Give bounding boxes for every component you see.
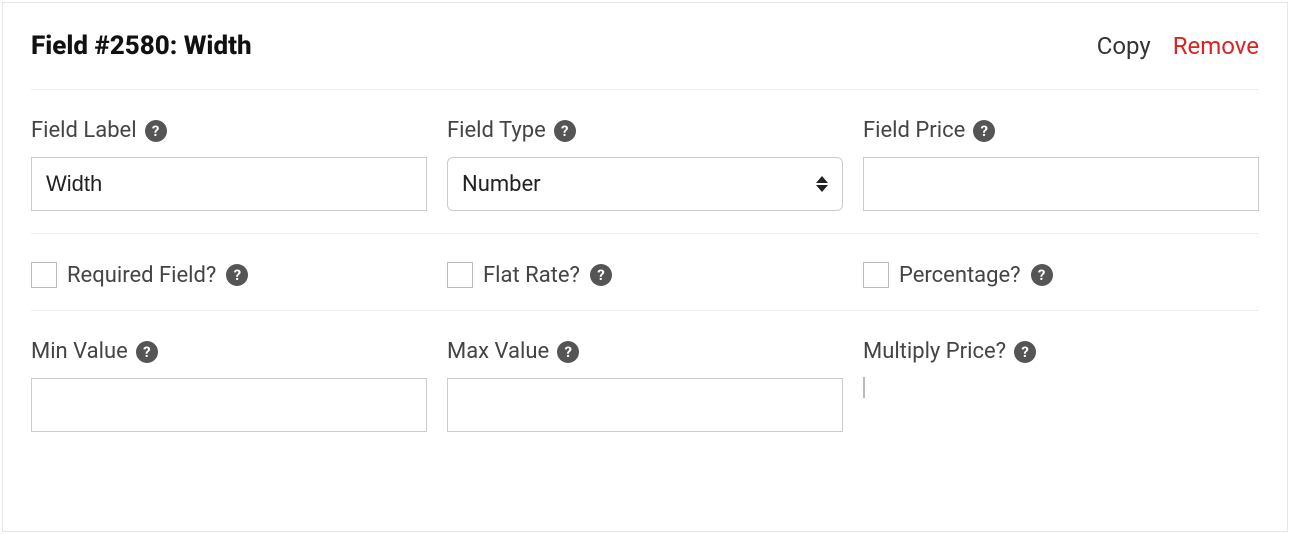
multiply-price-checkbox[interactable]: [863, 377, 865, 398]
field-label-input[interactable]: [31, 157, 427, 211]
field-type-label: Field Type: [447, 118, 546, 143]
col-percentage: Percentage? ?: [863, 262, 1259, 288]
label-line: Max Value ?: [447, 339, 843, 364]
help-icon[interactable]: ?: [1014, 341, 1036, 363]
help-icon[interactable]: ?: [973, 120, 995, 142]
field-type-value: Number: [462, 172, 541, 197]
flat-rate-checkbox[interactable]: [447, 262, 473, 288]
col-required: Required Field? ?: [31, 262, 427, 288]
field-label-label: Field Label: [31, 118, 137, 143]
copy-button[interactable]: Copy: [1097, 32, 1151, 60]
check-line: Required Field? ?: [31, 262, 427, 288]
field-type-select[interactable]: Number: [447, 157, 843, 211]
col-flat-rate: Flat Rate? ?: [447, 262, 843, 288]
remove-button[interactable]: Remove: [1173, 32, 1259, 60]
help-icon[interactable]: ?: [590, 264, 612, 286]
flat-rate-label: Flat Rate?: [483, 263, 580, 288]
col-max-value: Max Value ?: [447, 339, 843, 432]
field-panel: Field #2580: Width Copy Remove Field Lab…: [2, 2, 1288, 532]
percentage-label: Percentage?: [899, 263, 1021, 288]
required-checkbox[interactable]: [31, 262, 57, 288]
multiply-price-label: Multiply Price?: [863, 339, 1006, 364]
check-line: Flat Rate? ?: [447, 262, 843, 288]
help-icon[interactable]: ?: [554, 120, 576, 142]
help-icon[interactable]: ?: [557, 341, 579, 363]
col-field-label: Field Label ?: [31, 118, 427, 211]
col-min-value: Min Value ?: [31, 339, 427, 432]
label-line: Min Value ?: [31, 339, 427, 364]
row-checkbox-options: Required Field? ? Flat Rate? ? Percentag…: [31, 234, 1259, 311]
field-price-label: Field Price: [863, 118, 965, 143]
col-multiply-price: Multiply Price? ?: [863, 339, 1259, 432]
col-field-price: Field Price ?: [863, 118, 1259, 211]
label-line: Field Type ?: [447, 118, 843, 143]
check-line: Percentage? ?: [863, 262, 1259, 288]
help-icon[interactable]: ?: [226, 264, 248, 286]
panel-header: Field #2580: Width Copy Remove: [31, 3, 1259, 90]
field-price-input[interactable]: [863, 157, 1259, 211]
row-value-options: Min Value ? Max Value ? Multiply Price? …: [31, 311, 1259, 454]
help-icon[interactable]: ?: [145, 120, 167, 142]
min-value-input[interactable]: [31, 378, 427, 432]
label-line: Field Label ?: [31, 118, 427, 143]
col-field-type: Field Type ? Number: [447, 118, 843, 211]
required-label: Required Field?: [67, 263, 216, 288]
max-value-input[interactable]: [447, 378, 843, 432]
label-line: Multiply Price? ?: [863, 339, 1259, 364]
label-line: Field Price ?: [863, 118, 1259, 143]
percentage-checkbox[interactable]: [863, 262, 889, 288]
help-icon[interactable]: ?: [136, 341, 158, 363]
min-value-label: Min Value: [31, 339, 128, 364]
help-icon[interactable]: ?: [1031, 264, 1053, 286]
select-arrows-icon: [816, 176, 828, 192]
header-actions: Copy Remove: [1097, 32, 1259, 60]
panel-title: Field #2580: Width: [31, 31, 252, 61]
max-value-label: Max Value: [447, 339, 549, 364]
row-field-basics: Field Label ? Field Type ? Number Field …: [31, 90, 1259, 234]
